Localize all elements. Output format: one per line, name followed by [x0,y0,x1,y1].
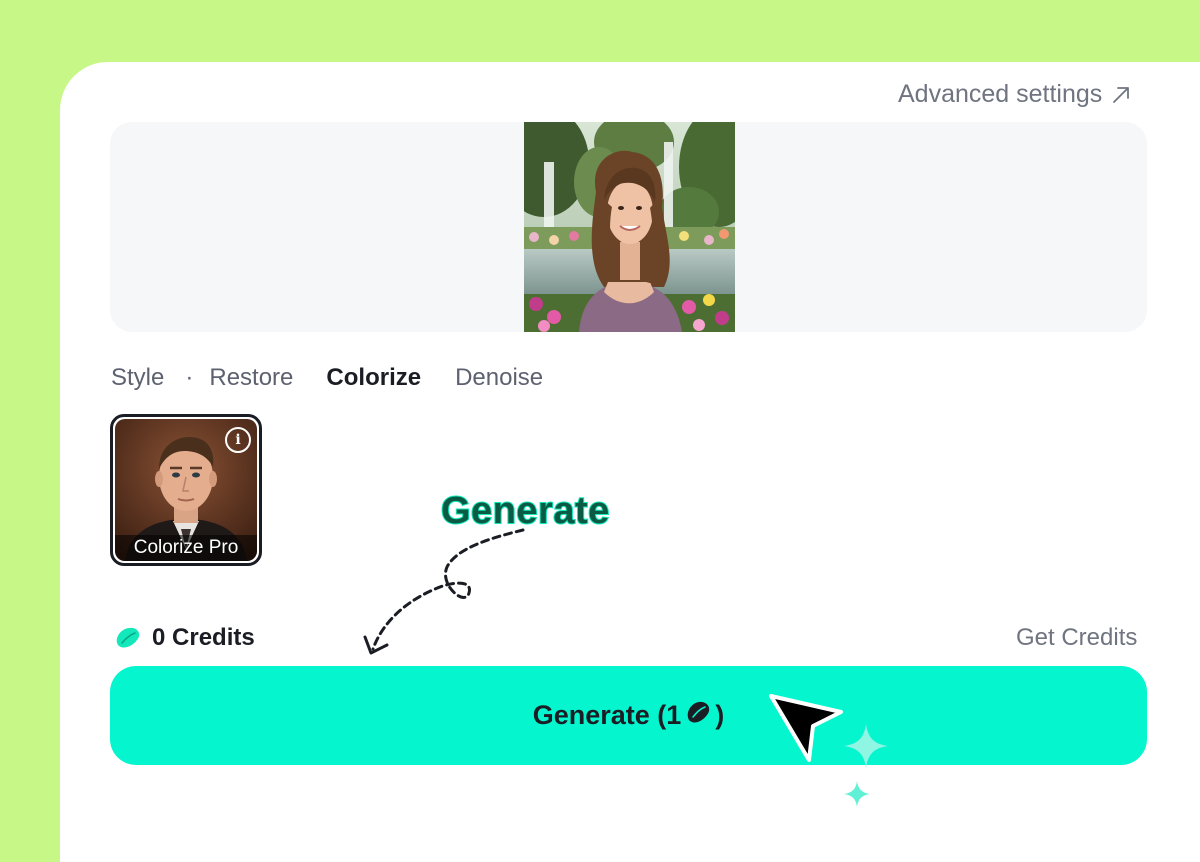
tab-colorize[interactable]: Colorize [326,364,421,392]
bean-icon [685,700,711,731]
style-option-label: Colorize Pro [115,535,257,561]
credits-count: 0 Credits [152,624,255,651]
tab-separator: · [185,364,194,391]
generate-button-label-suffix: ) [715,700,725,730]
arrow-up-right-icon [1113,86,1130,103]
sparkle-icon [844,724,888,768]
curved-arrow-icon [363,528,525,655]
get-credits-link[interactable]: Get Credits [1016,624,1137,652]
mode-tabs: Style · Restore Colorize Denoise [111,364,543,392]
advanced-settings-label: Advanced settings [898,80,1103,108]
image-preview-area[interactable] [110,122,1147,332]
generate-button-label-prefix: Generate (1 [532,700,682,730]
style-option-colorize-pro[interactable]: i Colorize Pro [110,414,262,566]
tab-restore[interactable]: Restore [209,364,293,392]
advanced-settings-link[interactable]: Advanced settings [898,80,1132,109]
generate-button[interactable]: Generate (1 ) [110,666,1147,765]
tab-denoise[interactable]: Denoise [455,364,543,392]
bean-icon [114,626,142,650]
tab-style[interactable]: Style [111,364,164,392]
preview-image [524,122,735,332]
info-icon[interactable]: i [225,427,251,453]
style-option-thumbnail: i Colorize Pro [115,419,257,561]
sparkle-icon [844,781,870,807]
credits-balance: 0 Credits [114,624,255,652]
